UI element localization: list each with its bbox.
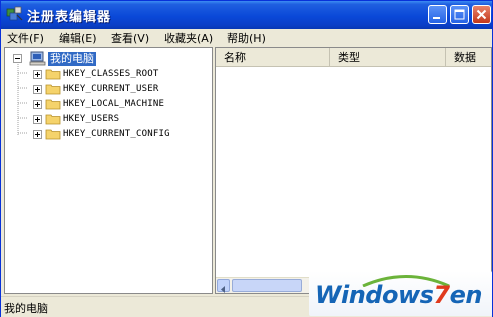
tree-item-hkey-local-machine[interactable]: HKEY_LOCAL_MACHINE [5,96,210,111]
column-header-data[interactable]: 数据 [446,48,491,67]
registry-editor-icon [6,6,23,21]
column-header-name[interactable]: 名称 [216,48,330,67]
expand-toggle[interactable] [33,85,42,94]
expand-toggle[interactable] [33,100,42,109]
tree-item-label: HKEY_CURRENT_USER [63,84,159,94]
window-title: 注册表编辑器 [27,10,112,25]
minimize-button[interactable] [428,5,447,24]
folder-icon [45,69,61,80]
menu-file[interactable]: 文件(F) [7,30,44,46]
registry-editor-window: 注册表编辑器 文件(F) 编辑(E) 查看(V) 收藏夹(A) 帮助(H) 我的… [0,0,493,317]
values-pane[interactable]: 名称 类型 数据 [215,47,492,294]
close-icon [476,9,487,20]
folder-icon [45,114,61,125]
menu-view[interactable]: 查看(V) [111,30,149,46]
scroll-thumb[interactable] [232,279,302,292]
title-bar[interactable]: 注册表编辑器 [1,1,492,29]
close-button[interactable] [472,5,491,24]
status-text: 我的电脑 [4,302,48,315]
expand-toggle[interactable] [33,130,42,139]
maximize-icon [454,9,465,20]
folder-icon [45,84,61,95]
tree-item-hkey-users[interactable]: HKEY_USERS [5,111,210,126]
tree-pane[interactable]: 我的电脑 HKEY_CLASSES_ROOT HKEY_CURRENT_USER… [4,47,213,294]
folder-icon [45,99,61,110]
tree-root-my-computer[interactable]: 我的电脑 [48,52,96,66]
computer-icon [29,51,46,66]
menu-favorites[interactable]: 收藏夹(A) [164,30,213,46]
tree-item-label: HKEY_CLASSES_ROOT [63,69,159,79]
arrow-left-icon [221,286,225,293]
root-collapse-toggle[interactable] [13,54,22,63]
tree-item-label: HKEY_LOCAL_MACHINE [63,99,165,109]
expand-toggle[interactable] [33,70,42,79]
menu-help[interactable]: 帮助(H) [227,30,266,46]
watermark-logo: Windows7en [309,271,492,316]
expand-toggle[interactable] [33,115,42,124]
tree-item-hkey-current-user[interactable]: HKEY_CURRENT_USER [5,81,210,96]
scroll-left-button[interactable] [217,279,230,293]
menu-bar: 文件(F) 编辑(E) 查看(V) 收藏夹(A) 帮助(H) [1,29,492,46]
tree-item-label: HKEY_CURRENT_CONFIG [63,129,170,139]
watermark-part2: 7 [433,281,450,309]
column-header-type[interactable]: 类型 [330,48,446,67]
watermark-text: Windows7en [315,281,483,309]
folder-icon [45,129,61,140]
tree-item-hkey-classes-root[interactable]: HKEY_CLASSES_ROOT [5,66,210,81]
watermark-part3: en [449,281,483,309]
menu-edit[interactable]: 编辑(E) [59,30,97,46]
minimize-icon [433,17,440,19]
tree-item-label: HKEY_USERS [63,114,120,124]
maximize-button[interactable] [450,5,469,24]
watermark-part1: Windows [315,281,434,309]
tree-item-hkey-current-config[interactable]: HKEY_CURRENT_CONFIG [5,126,210,141]
